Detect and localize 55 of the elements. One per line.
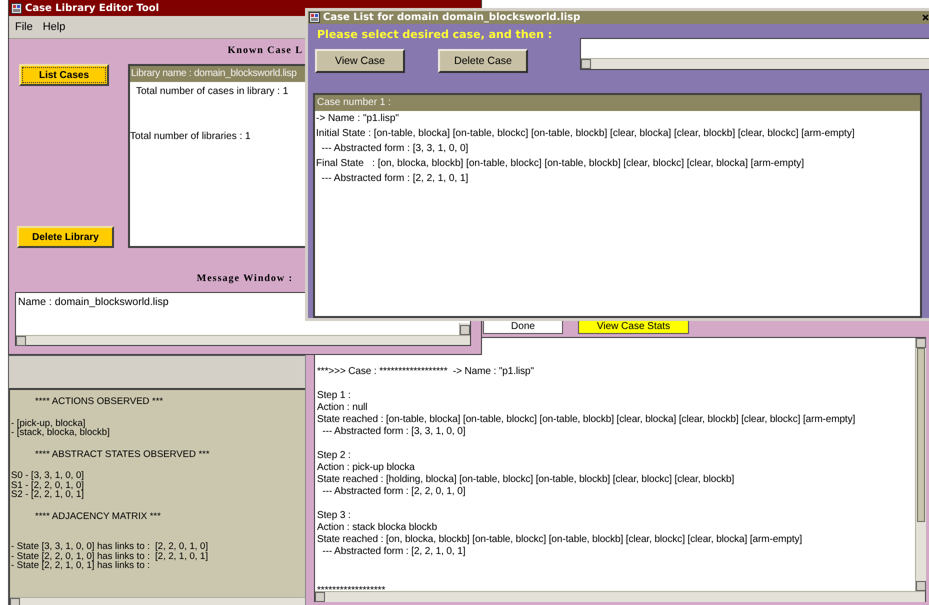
text-line: - [stack, blocka, blockb] (11, 428, 111, 438)
text-line: Step 1 : (317, 390, 352, 402)
button[interactable]: Done (483, 321, 563, 334)
list-text: Initial State : [on-table, blocka] [on-table, blockc] [on-table, blockb] [clear, blocka] [clear, blockb] [clear, blockc] [arm-empty] (315, 127, 856, 141)
message-text: Name : domain_blocksworld.lisp (17, 295, 170, 310)
text-line: --- Abstracted form : [2, 2, 0, 1, 0] (321, 486, 466, 498)
horizontal-scrollbar[interactable] (315, 591, 925, 602)
text-line: ****************** (317, 585, 386, 591)
text-line: - State [2, 2, 0, 1, 0] has links to : [2, 2, 1, 0, 1] (11, 552, 209, 561)
window-title: Case Library Editor Tool (25, 2, 160, 14)
text-line: Step 3 : (317, 510, 352, 522)
text-line: **** ADJACENCY MATRIX *** (35, 512, 162, 521)
section-label: Known Case L (226, 45, 304, 57)
button[interactable]: View Case (315, 49, 405, 73)
list-text: Total number of libraries : 1 (130, 131, 252, 143)
text-line: - State [3, 3, 1, 0, 0] has links to : [2, 2, 0, 1, 0] (11, 542, 209, 552)
text-line: State reached : [on-table, blocka] [on-table, blockc] [on-table, blockb] [clear, blocka] [clear, blockb] [clear, blockc] [arm-empty] (317, 414, 856, 426)
text-line: ***>>> Case : ****************** -> Name : "p1.lisp" (317, 366, 535, 378)
button[interactable]: View Case Stats (578, 321, 689, 334)
menu-item[interactable]: Help (42, 20, 66, 34)
text-line: State reached : [on, blocka, blockb] [on-table, blockc] [on-table, blockb] [clear, blockc] [clear, blocka] [arm-empty] (317, 534, 804, 546)
list-text: Final State : [on, blocka, blockb] [on-table, blockc] [on-table, blockb] [clear, blockc] [clear, blocka] [arm-empty] (315, 157, 806, 171)
list-text: --- Abstracted form : [2, 2, 1, 0, 1] (320, 172, 470, 186)
text-line: S0 - [3, 3, 1, 0, 0] (11, 471, 85, 480)
text-line: S2 - [2, 2, 1, 0, 1] (11, 490, 85, 500)
list-text: -> Name : "p1.lisp" (315, 112, 400, 126)
text-line: Step 2 : (317, 450, 352, 462)
button[interactable]: Delete Case (438, 49, 528, 73)
horizontal-scrollbar[interactable] (16, 335, 470, 345)
section-label: Message Window : (196, 273, 294, 285)
list-text: Total number of cases in library : 1 (135, 86, 290, 98)
text-line: Action : null (317, 402, 368, 414)
button[interactable]: List Cases (19, 64, 109, 86)
app-icon (11, 2, 22, 14)
text-line: - State [2, 2, 1, 0, 1] has links to : (11, 561, 151, 570)
menu-item[interactable]: File (15, 20, 33, 34)
app-icon (309, 12, 320, 23)
text-line: Action : pick-up blocka (317, 462, 416, 474)
close-icon[interactable] (922, 13, 929, 22)
list-text: --- Abstracted form : [3, 3, 1, 0, 0] (320, 142, 470, 156)
prompt-text: Please select desired case, and then : (316, 28, 554, 42)
text-line: State reached : [holding, blocka] [on-table, blockc] [on-table, blockb] [clear, blockc] [clear, blockb] (317, 474, 736, 486)
button[interactable]: Delete Library (17, 226, 114, 248)
text-field[interactable] (580, 38, 929, 70)
window-title: Case List for domain domain_blocksworld.lisp (323, 12, 580, 23)
text-line: --- Abstracted form : [2, 2, 1, 0, 1] (321, 546, 466, 558)
text-line: **** ACTIONS OBSERVED *** (35, 397, 164, 406)
vertical-scrollbar[interactable] (915, 338, 926, 591)
text-line: Action : stack blocka blockb (317, 522, 438, 534)
text-line: **** ABSTRACT STATES OBSERVED *** (35, 450, 211, 459)
text-line: --- Abstracted form : [3, 3, 1, 0, 0] (321, 426, 466, 438)
text-line: - [pick-up, blocka] (11, 418, 86, 428)
text-line: S1 - [2, 2, 0, 1, 0] (11, 480, 85, 490)
vertical-scrollbar[interactable] (459, 323, 470, 335)
horizontal-scrollbar[interactable] (580, 58, 929, 69)
